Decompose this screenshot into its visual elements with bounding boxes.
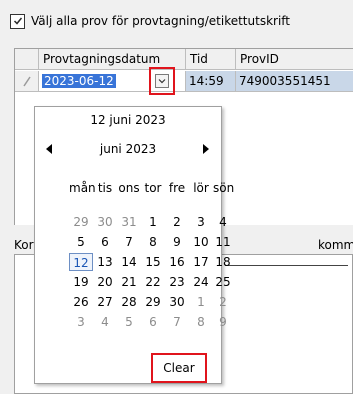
calendar-day[interactable]: 17: [189, 253, 213, 271]
calendar-day[interactable]: 5: [69, 233, 93, 251]
calendar-day[interactable]: 28: [117, 293, 141, 311]
lower-left-label: Kor: [14, 238, 34, 252]
calendar-day[interactable]: 7: [165, 313, 189, 331]
calendar-day[interactable]: 3: [189, 213, 213, 231]
calendar-day[interactable]: 8: [189, 313, 213, 331]
time-cell[interactable]: 14:59: [186, 71, 236, 92]
weekday-label: lör: [193, 181, 209, 195]
calendar-day[interactable]: 1: [189, 293, 213, 311]
column-header-time[interactable]: Tid: [186, 49, 236, 70]
calendar-day[interactable]: 2: [165, 213, 189, 231]
weekday-label: tis: [97, 181, 113, 195]
calendar-popup: 12 juni 2023 juni 2023 mån tis ons tor f…: [34, 106, 234, 384]
calendar-today-text[interactable]: 12 juni 2023: [35, 113, 221, 127]
calendar-day[interactable]: 30: [93, 213, 117, 231]
weekday-label: ons: [118, 181, 140, 195]
calendar-day[interactable]: 29: [141, 293, 165, 311]
arrow-right-icon[interactable]: [203, 144, 209, 154]
calendar-day[interactable]: 31: [117, 213, 141, 231]
calendar-day[interactable]: 20: [93, 273, 117, 291]
calendar-day[interactable]: 12: [69, 253, 93, 271]
calendar-day[interactable]: 9: [165, 233, 189, 251]
calendar-day[interactable]: 10: [189, 233, 213, 251]
calendar-day[interactable]: 4: [93, 313, 117, 331]
calendar-day[interactable]: 23: [165, 273, 189, 291]
weekday-label: fre: [168, 181, 186, 195]
table-row[interactable]: 2023-06-12 14:59 749003551451: [15, 71, 353, 92]
column-header-provid[interactable]: ProvID: [236, 49, 353, 70]
date-value[interactable]: 2023-06-12: [42, 74, 116, 88]
calendar-day[interactable]: 18: [211, 253, 235, 271]
calendar-day[interactable]: 25: [211, 273, 235, 291]
calendar-day[interactable]: 13: [93, 253, 117, 271]
calendar-day[interactable]: 19: [69, 273, 93, 291]
calendar-day[interactable]: 9: [211, 313, 235, 331]
row-header-corner: [15, 49, 39, 70]
select-all-checkbox[interactable]: [10, 13, 25, 29]
weekday-label: sön: [213, 181, 235, 195]
calendar-month-title: juni 2023: [99, 142, 157, 156]
calendar-day[interactable]: 2: [211, 293, 235, 311]
clear-button[interactable]: Clear: [151, 353, 207, 383]
calendar-day[interactable]: 16: [165, 253, 189, 271]
calendar-day[interactable]: 1: [141, 213, 165, 231]
calendar-day[interactable]: 8: [141, 233, 165, 251]
row-header[interactable]: [15, 71, 39, 92]
dropdown-highlight-box: [149, 67, 175, 95]
provid-cell[interactable]: 749003551451: [236, 71, 353, 92]
calendar-day[interactable]: 27: [93, 293, 117, 311]
calendar-day[interactable]: 6: [141, 313, 165, 331]
calendar-day[interactable]: 3: [69, 313, 93, 331]
calendar-day[interactable]: 29: [69, 213, 93, 231]
calendar-day[interactable]: 15: [141, 253, 165, 271]
calendar-day[interactable]: 22: [141, 273, 165, 291]
weekday-label: mån: [69, 181, 96, 195]
calendar-day[interactable]: 6: [93, 233, 117, 251]
calendar-day[interactable]: 26: [69, 293, 93, 311]
calendar-day[interactable]: 14: [117, 253, 141, 271]
calendar-day[interactable]: 24: [189, 273, 213, 291]
calendar-day[interactable]: 11: [211, 233, 235, 251]
calendar-day[interactable]: 21: [117, 273, 141, 291]
weekday-label: tor: [144, 181, 162, 195]
calendar-day[interactable]: 30: [165, 293, 189, 311]
select-all-row[interactable]: Välj alla prov för provtagning/etikettut…: [10, 10, 290, 32]
divider: [225, 265, 348, 266]
calendar-day[interactable]: 5: [117, 313, 141, 331]
checkmark-icon: [13, 17, 22, 25]
select-all-label: Välj alla prov för provtagning/etikettut…: [31, 14, 291, 28]
calendar-day[interactable]: 4: [211, 213, 235, 231]
calendar-day[interactable]: 7: [117, 233, 141, 251]
lower-right-label: komm: [318, 238, 353, 252]
pencil-icon: [22, 76, 31, 87]
